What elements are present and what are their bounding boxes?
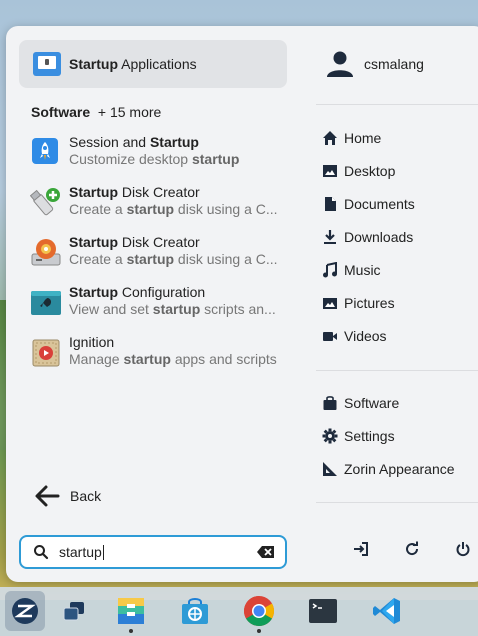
place-label: Pictures xyxy=(344,295,395,311)
clear-search-icon[interactable] xyxy=(257,545,275,559)
top-result-startup-applications[interactable]: Startup Applications xyxy=(19,40,287,88)
gear-icon xyxy=(322,428,338,444)
place-label: Documents xyxy=(344,196,415,212)
startup-config-icon xyxy=(30,286,62,318)
running-indicator xyxy=(257,629,261,633)
category-header[interactable]: Software + 15 more xyxy=(31,104,161,120)
place-videos[interactable]: Videos xyxy=(322,325,387,347)
vscode-button[interactable] xyxy=(367,591,407,631)
result-title: Startup Disk Creator xyxy=(69,184,200,200)
software-store-button[interactable] xyxy=(175,591,215,631)
zorin-menu-icon xyxy=(12,598,38,624)
place-label: Downloads xyxy=(344,229,414,245)
zorin-menu-button[interactable] xyxy=(5,591,45,631)
place-downloads[interactable]: Downloads xyxy=(322,226,413,248)
terminal-button[interactable] xyxy=(303,591,343,631)
place-label: Music xyxy=(344,262,381,278)
restart-button[interactable] xyxy=(401,538,423,560)
back-label: Back xyxy=(70,488,102,504)
place-desktop[interactable]: Desktop xyxy=(322,160,395,182)
result-title: Ignition xyxy=(69,334,115,350)
chrome-button[interactable] xyxy=(239,591,279,633)
result-session-and-startup[interactable]: Session and Startup Customize desktop st… xyxy=(30,134,300,178)
music-icon xyxy=(323,262,337,278)
files-button[interactable] xyxy=(111,591,151,633)
app-zorin-appearance[interactable]: Zorin Appearance xyxy=(322,458,455,480)
disk-creator-icon xyxy=(30,236,62,268)
search-value: startup xyxy=(59,543,104,561)
result-description: Create a startup disk using a C... xyxy=(69,251,278,267)
files-icon xyxy=(118,598,144,624)
chrome-icon xyxy=(243,596,275,627)
place-music[interactable]: Music xyxy=(322,259,381,281)
taskbar xyxy=(0,587,478,636)
logout-icon xyxy=(354,542,368,556)
place-pictures[interactable]: Pictures xyxy=(322,292,395,314)
result-ignition[interactable]: Ignition Manage startup apps and scripts xyxy=(30,334,300,378)
app-label: Software xyxy=(344,395,400,411)
window-switcher-button[interactable] xyxy=(54,591,94,631)
app-label: Settings xyxy=(344,428,395,444)
app-menu: Startup Applications Software + 15 more … xyxy=(6,26,478,582)
result-title: Session and Startup xyxy=(69,134,199,150)
power-button[interactable] xyxy=(452,538,474,560)
category-name: Software xyxy=(31,104,91,120)
user-name: csmalang xyxy=(364,56,424,72)
result-description: View and set startup scripts an... xyxy=(69,301,276,317)
category-more: + 15 more xyxy=(97,104,162,120)
window-switcher-icon xyxy=(63,602,84,621)
desktop-icon xyxy=(323,165,337,177)
search-results-panel: Startup Applications Software + 15 more … xyxy=(6,26,301,582)
user-account[interactable]: csmalang xyxy=(326,50,424,78)
top-result-label: Startup Applications xyxy=(69,56,197,72)
place-home[interactable]: Home xyxy=(322,127,381,149)
user-avatar-icon xyxy=(327,51,353,77)
divider xyxy=(316,370,478,371)
rocket-app-icon xyxy=(30,136,62,168)
result-startup-disk-creator-1[interactable]: Startup Disk Creator Create a startup di… xyxy=(29,184,300,228)
software-store-icon xyxy=(182,598,208,624)
appearance-icon xyxy=(323,462,337,476)
result-description: Customize desktop startup xyxy=(69,151,240,167)
result-startup-disk-creator-2[interactable]: Startup Disk Creator Create a startup di… xyxy=(30,234,300,278)
divider xyxy=(316,502,478,503)
place-documents[interactable]: Documents xyxy=(322,193,415,215)
places-panel: csmalang Home Desktop Documents Download… xyxy=(316,26,478,582)
app-label: Zorin Appearance xyxy=(344,461,455,477)
place-label: Home xyxy=(344,130,382,146)
place-label: Desktop xyxy=(344,163,396,179)
usb-creator-icon xyxy=(29,186,62,218)
power-icon xyxy=(456,542,470,557)
picture-icon xyxy=(323,298,337,309)
search-input[interactable]: startup xyxy=(19,535,287,569)
document-icon xyxy=(325,197,336,211)
search-icon xyxy=(34,545,49,560)
bag-icon xyxy=(323,396,337,410)
result-description: Create a startup disk using a C... xyxy=(69,201,278,217)
place-label: Videos xyxy=(344,328,387,344)
app-software[interactable]: Software xyxy=(322,392,399,414)
home-icon xyxy=(323,131,337,145)
vscode-icon xyxy=(373,598,400,624)
download-icon xyxy=(324,230,336,244)
running-indicator xyxy=(129,629,133,633)
arrow-left-icon xyxy=(35,485,60,507)
back-button[interactable]: Back xyxy=(34,484,101,508)
logout-button[interactable] xyxy=(350,538,372,560)
startup-applications-icon xyxy=(33,52,61,76)
restart-icon xyxy=(406,541,419,556)
video-icon xyxy=(323,332,337,341)
result-title: Startup Configuration xyxy=(69,284,206,300)
result-startup-configuration[interactable]: Startup Configuration View and set start… xyxy=(30,284,300,328)
result-description: Manage startup apps and scripts xyxy=(69,351,277,367)
ignition-icon xyxy=(30,336,62,368)
divider xyxy=(316,104,478,105)
terminal-icon xyxy=(309,599,337,623)
app-settings[interactable]: Settings xyxy=(322,425,395,447)
result-title: Startup Disk Creator xyxy=(69,234,200,250)
